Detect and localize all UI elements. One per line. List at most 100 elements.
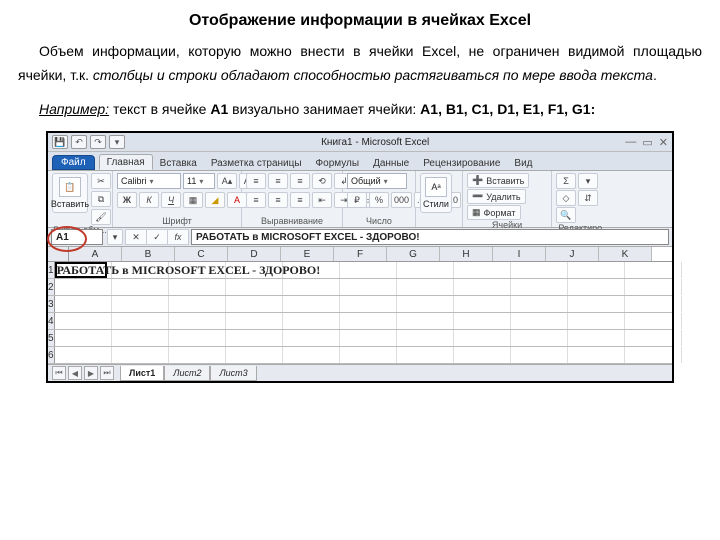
cell[interactable] [340, 279, 397, 295]
cell[interactable] [511, 262, 568, 278]
cell[interactable] [55, 279, 112, 295]
cell[interactable] [169, 313, 226, 329]
font-size-combo[interactable]: 11▾ [183, 173, 215, 189]
cell[interactable] [283, 330, 340, 346]
cell[interactable] [55, 296, 112, 312]
cell[interactable] [169, 279, 226, 295]
tab-data[interactable]: Данные [366, 156, 416, 170]
cell[interactable] [397, 296, 454, 312]
cell[interactable] [340, 262, 397, 278]
cell[interactable] [454, 296, 511, 312]
sort-filter-icon[interactable]: ⇵ [578, 190, 598, 206]
tab-view[interactable]: Вид [507, 156, 539, 170]
cell[interactable] [340, 313, 397, 329]
cell[interactable] [625, 330, 682, 346]
font-name-combo[interactable]: Calibri▾ [117, 173, 181, 189]
cancel-icon[interactable]: ✕ [125, 229, 146, 245]
cell[interactable] [568, 262, 625, 278]
cell[interactable] [55, 347, 112, 363]
cell[interactable] [112, 296, 169, 312]
align-center-icon[interactable]: ≡ [268, 192, 288, 208]
align-top-icon[interactable]: ≡ [246, 173, 266, 189]
qat-undo-icon[interactable]: ↶ [71, 135, 87, 149]
name-box-dropdown-icon[interactable]: ▾ [107, 229, 123, 245]
cell[interactable] [454, 347, 511, 363]
qat-dropdown-icon[interactable]: ▾ [109, 135, 125, 149]
align-right-icon[interactable]: ≡ [290, 192, 310, 208]
find-icon[interactable]: 🔍 [556, 207, 576, 223]
cut-icon[interactable]: ✂ [91, 173, 111, 189]
copy-icon[interactable]: ⧉ [91, 191, 111, 207]
currency-icon[interactable]: ₽ [347, 192, 367, 208]
sheet-tab[interactable]: Лист2 [164, 366, 210, 381]
enter-icon[interactable]: ✓ [146, 229, 167, 245]
cell[interactable] [511, 330, 568, 346]
cell[interactable] [169, 330, 226, 346]
sheet-tab[interactable]: Лист3 [210, 366, 256, 381]
select-all-corner[interactable] [48, 247, 69, 261]
clear-icon[interactable]: ◇ [556, 190, 576, 206]
col-header[interactable]: J [546, 247, 599, 261]
format-painter-icon[interactable]: 🖌 [91, 209, 111, 225]
col-header[interactable]: D [228, 247, 281, 261]
sheet-nav-last-icon[interactable]: ⏭ [100, 366, 114, 380]
cell[interactable] [511, 347, 568, 363]
close-button[interactable]: ✕ [659, 136, 668, 149]
cell[interactable] [226, 296, 283, 312]
cell[interactable] [568, 296, 625, 312]
bold-icon[interactable]: Ж [117, 192, 137, 208]
cell[interactable] [454, 279, 511, 295]
cell[interactable] [340, 296, 397, 312]
cell[interactable] [112, 313, 169, 329]
cell[interactable] [511, 279, 568, 295]
col-header[interactable]: C [175, 247, 228, 261]
cell[interactable] [283, 313, 340, 329]
cell[interactable] [226, 279, 283, 295]
col-header[interactable]: A [69, 247, 122, 261]
increase-font-icon[interactable]: A▴ [217, 173, 237, 189]
decrease-indent-icon[interactable]: ⇤ [312, 192, 332, 208]
fill-icon[interactable]: ▾ [578, 173, 598, 189]
cell[interactable] [112, 347, 169, 363]
cell[interactable] [226, 347, 283, 363]
col-header[interactable]: H [440, 247, 493, 261]
cell[interactable] [55, 330, 112, 346]
tab-review[interactable]: Рецензирование [416, 156, 507, 170]
fx-icon[interactable]: fx [167, 229, 189, 245]
cell[interactable] [625, 262, 682, 278]
cell[interactable] [340, 347, 397, 363]
tab-formulas[interactable]: Формулы [309, 156, 367, 170]
sheet-nav-prev-icon[interactable]: ◀ [68, 366, 82, 380]
cells-format-button[interactable]: ▦Формат [467, 205, 521, 220]
formula-input[interactable]: РАБОТАТЬ в MICROSOFT EXCEL - ЗДОРОВО! [191, 229, 669, 245]
cell[interactable] [112, 279, 169, 295]
cell[interactable] [397, 347, 454, 363]
cell[interactable] [568, 279, 625, 295]
cell[interactable] [169, 347, 226, 363]
qat-redo-icon[interactable]: ↷ [90, 135, 106, 149]
cells-delete-button[interactable]: ➖Удалить [467, 189, 526, 204]
underline-icon[interactable]: Ч [161, 192, 181, 208]
col-header[interactable]: G [387, 247, 440, 261]
cell[interactable] [283, 296, 340, 312]
tab-home[interactable]: Главная [99, 154, 153, 170]
cell[interactable] [568, 347, 625, 363]
cell[interactable] [625, 296, 682, 312]
cell[interactable] [568, 313, 625, 329]
cells-insert-button[interactable]: ➕Вставить [467, 173, 529, 188]
cell[interactable] [340, 330, 397, 346]
cell[interactable] [397, 330, 454, 346]
col-header[interactable]: B [122, 247, 175, 261]
cell[interactable] [511, 313, 568, 329]
cell[interactable] [397, 313, 454, 329]
cell[interactable] [283, 347, 340, 363]
tab-insert[interactable]: Вставка [153, 156, 204, 170]
cell[interactable] [226, 330, 283, 346]
italic-icon[interactable]: К [139, 192, 159, 208]
cell[interactable] [568, 330, 625, 346]
cell[interactable] [226, 313, 283, 329]
cell[interactable] [625, 279, 682, 295]
qat-save-icon[interactable]: 💾 [52, 135, 68, 149]
cell[interactable] [283, 279, 340, 295]
tab-page-layout[interactable]: Разметка страницы [204, 156, 309, 170]
